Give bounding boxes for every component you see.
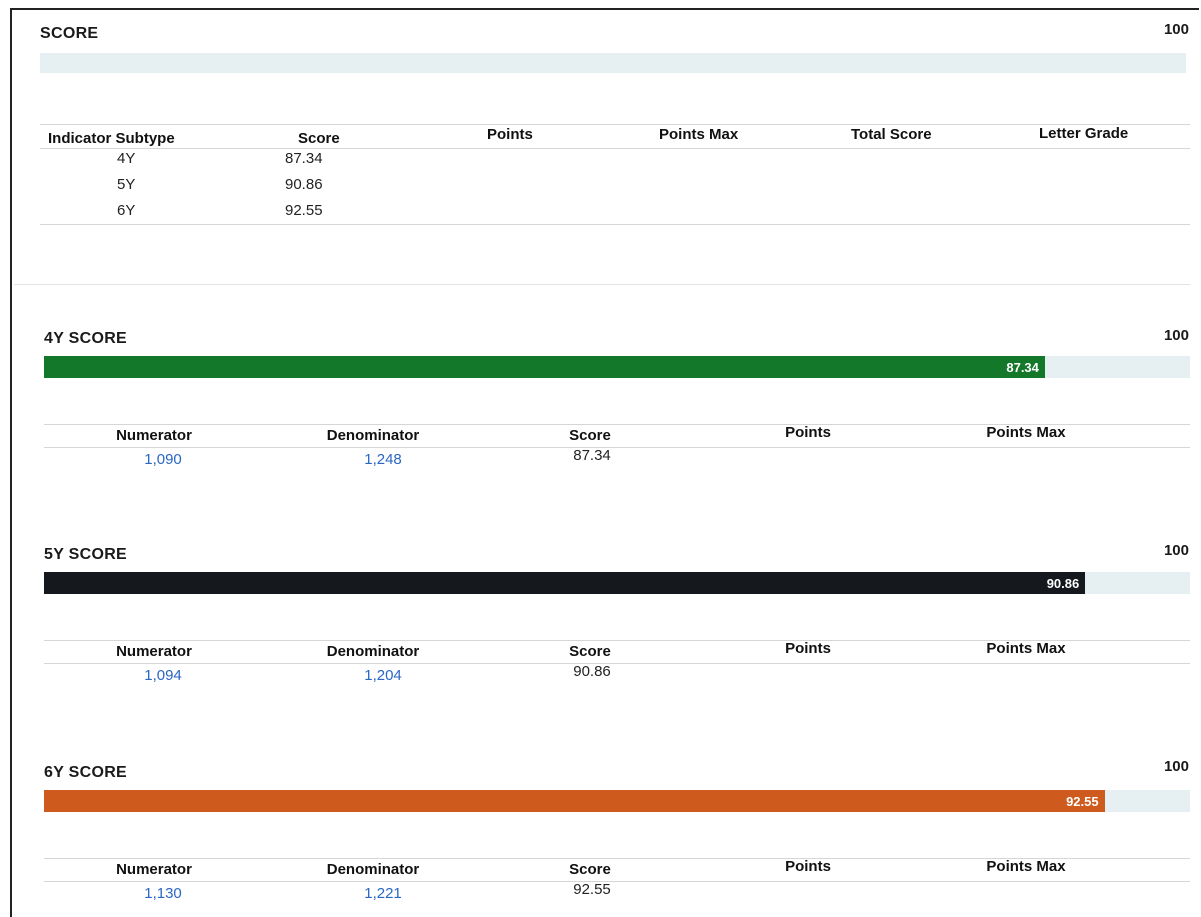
col-denominator: Denominator [326,643,420,660]
section-divider [14,284,1190,285]
section-title: 4Y SCORE [44,330,128,347]
detail-header-underline [44,663,1190,664]
col-score: Score [569,643,611,660]
numerator-value: 1,090 [144,451,182,468]
section-title: 5Y SCORE [44,546,128,563]
score-bar-value: 87.34 [1006,359,1039,375]
detail-header-underline [44,881,1190,882]
section-title: 6Y SCORE [44,764,128,781]
summary-header-rule [40,124,1190,125]
detail-header-underline [44,447,1190,448]
col-denominator: Denominator [326,427,420,444]
col-points: Points [785,424,831,441]
col-points: Points [785,640,831,657]
col-letter-grade: Letter Grade [1039,125,1129,142]
denominator-value: 1,248 [364,451,402,468]
table-row-score: 90.86 [285,176,323,193]
score-section-6y: 6Y SCORE 100 92.55 Numerator Denominator… [0,758,1201,914]
col-points: Points [487,126,533,143]
col-numerator: Numerator [116,861,192,878]
score-section-5y: 5Y SCORE 100 90.86 Numerator Denominator… [0,542,1201,696]
score-bar-track: 92.55 [44,790,1190,812]
score-bar-fill: 87.34 [44,356,1045,378]
score-bar-track: 90.86 [44,572,1190,594]
table-row-subtype: 5Y [117,176,136,193]
col-total-score: Total Score [851,126,932,143]
col-denominator: Denominator [326,861,420,878]
score-bar-fill: 90.86 [44,572,1086,594]
numerator-value: 1,094 [144,667,182,684]
score-bar-fill: 92.55 [44,790,1105,812]
table-row-subtype: 4Y [117,150,136,167]
table-row-score: 87.34 [285,150,323,167]
col-indicator-subtype: Indicator Subtype [48,130,175,147]
col-numerator: Numerator [116,643,192,660]
summary-max-label: 100 [1163,21,1189,38]
score-bar-value: 92.55 [1066,793,1099,809]
denominator-value: 1,221 [364,885,402,902]
section-max-label: 100 [1163,542,1189,559]
table-row-score: 92.55 [285,202,323,219]
col-points-max: Points Max [659,126,739,143]
score-value: 92.55 [573,881,611,898]
summary-title: SCORE [40,25,99,42]
table-row-subtype: 6Y [117,202,136,219]
col-points: Points [785,858,831,875]
numerator-value: 1,130 [144,885,182,902]
col-points-max: Points Max [986,858,1066,875]
col-points-max: Points Max [986,640,1066,657]
score-value: 90.86 [573,663,611,680]
summary-section: SCORE 100 Indicator Subtype Score Points… [0,0,1201,240]
section-max-label: 100 [1163,758,1189,775]
score-bar-value: 90.86 [1046,575,1080,591]
col-score: Score [569,861,611,878]
col-points-max: Points Max [986,424,1066,441]
score-bar-track: 87.34 [44,356,1190,378]
summary-score-bar [40,53,1186,73]
score-section-4y: 4Y SCORE 100 87.34 Numerator Denominator… [0,327,1201,480]
denominator-value: 1,204 [364,667,402,684]
col-numerator: Numerator [116,427,192,444]
section-max-label: 100 [1163,327,1189,344]
summary-header-underline [40,148,1190,149]
col-score: Score [298,130,340,147]
score-value: 87.34 [573,447,611,464]
col-score: Score [569,427,611,444]
summary-bottom-rule [40,224,1190,225]
